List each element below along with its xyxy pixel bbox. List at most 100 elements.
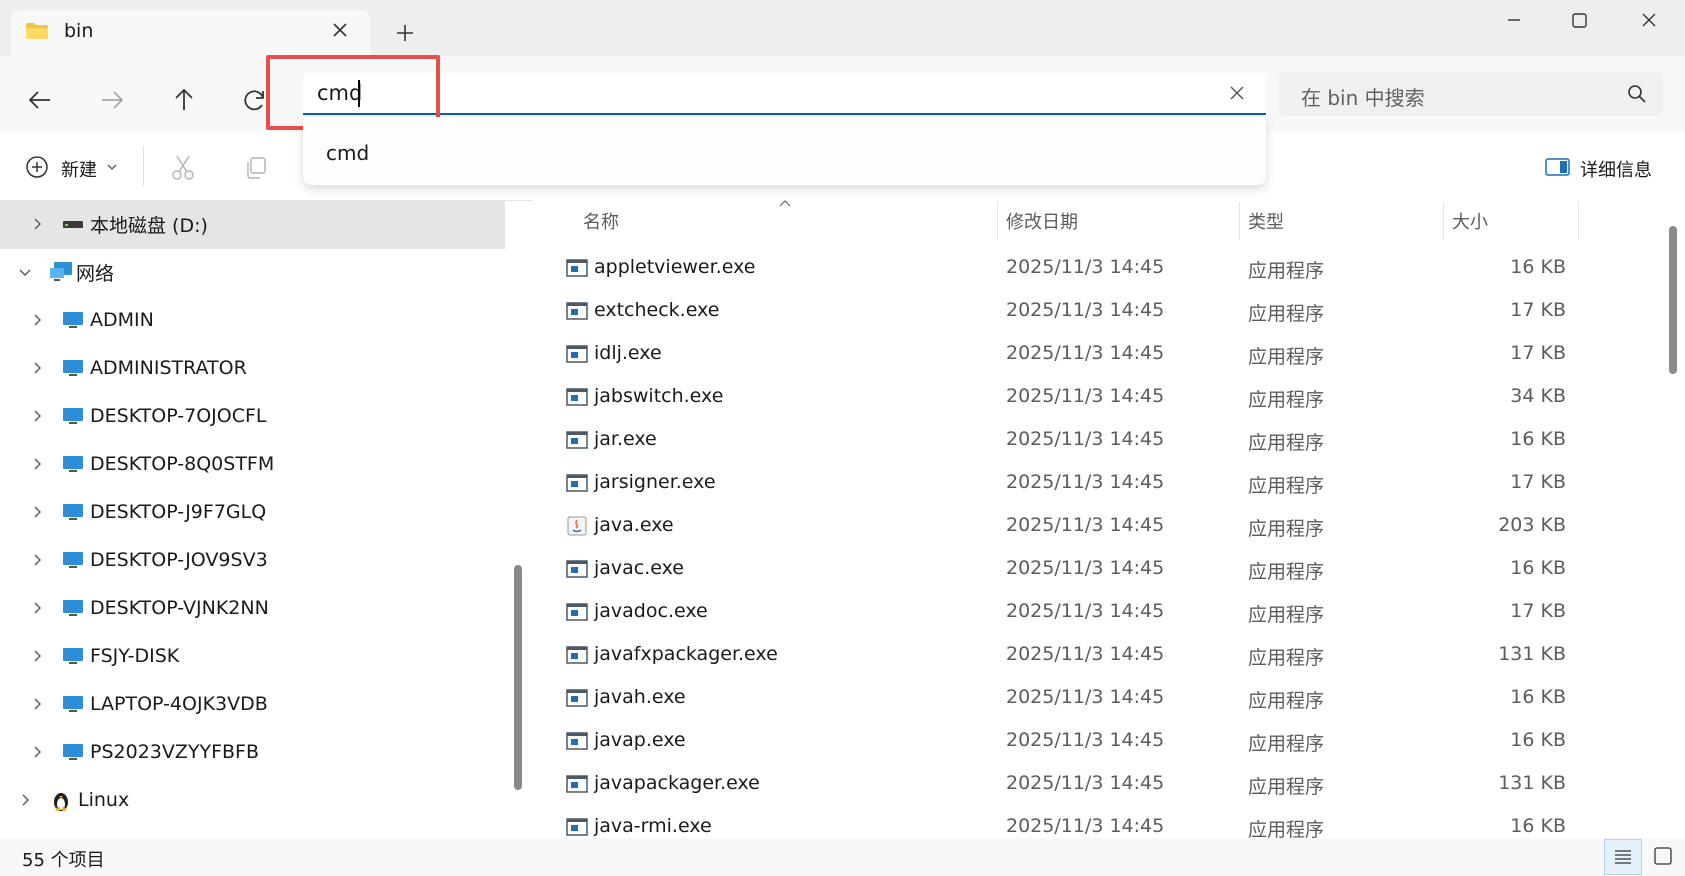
file-size: 34 KB (1510, 385, 1566, 407)
tree-item-computer[interactable]: DESKTOP-VJNK2NN (0, 584, 505, 632)
file-name: javah.exe (594, 686, 686, 708)
file-size: 16 KB (1510, 686, 1566, 708)
exe-icon (566, 345, 588, 363)
suggestion-item[interactable]: cmd (326, 141, 369, 165)
column-header-type[interactable]: 类型 (1248, 208, 1284, 234)
column-divider[interactable] (997, 202, 998, 240)
minimize-icon[interactable] (1484, 6, 1544, 34)
file-type: 应用程序 (1248, 432, 1325, 454)
chevron-right-icon[interactable] (30, 457, 44, 471)
file-name: javapackager.exe (594, 772, 760, 794)
tree-item-linux[interactable]: Linux (0, 776, 505, 824)
exe-icon (566, 259, 588, 277)
file-date: 2025/11/3 14:45 (1006, 643, 1165, 665)
file-name: idlj.exe (594, 342, 662, 364)
copy-icon[interactable] (243, 155, 269, 181)
tree-item-label: ADMIN (90, 309, 154, 331)
column-divider[interactable] (1239, 202, 1240, 240)
exe-icon (566, 431, 588, 449)
tree-item-computer[interactable]: DESKTOP-JOV9SV3 (0, 536, 505, 584)
tree-item-label: FSJY-DISK (90, 645, 180, 667)
back-arrow-icon[interactable] (20, 80, 60, 120)
toolbar-divider (143, 146, 144, 186)
plus-circle-icon (26, 156, 48, 178)
computer-icon (63, 744, 83, 760)
maximize-icon[interactable] (1549, 6, 1609, 34)
exe-icon (566, 603, 588, 621)
computer-icon (63, 552, 83, 568)
file-size: 17 KB (1510, 600, 1566, 622)
file-list-scrollbar[interactable] (1669, 226, 1677, 374)
chevron-right-icon[interactable] (30, 505, 44, 519)
file-date: 2025/11/3 14:45 (1006, 815, 1165, 837)
tiles-view-icon[interactable] (1650, 842, 1676, 870)
file-type: 应用程序 (1248, 518, 1325, 540)
file-name: java-rmi.exe (594, 815, 712, 837)
computer-icon (63, 360, 83, 376)
chevron-right-icon[interactable] (30, 697, 44, 711)
tree-item-computer[interactable]: DESKTOP-7OJOCFL (0, 392, 505, 440)
tree-item-computer[interactable]: PS2023VZYYFBFB (0, 728, 505, 776)
file-size: 131 KB (1498, 772, 1566, 794)
close-icon[interactable] (1619, 6, 1679, 34)
file-name: javap.exe (594, 729, 686, 751)
drive-icon (63, 221, 83, 228)
column-header-date[interactable]: 修改日期 (1006, 208, 1078, 234)
file-date: 2025/11/3 14:45 (1006, 299, 1165, 321)
tree-item-computer[interactable]: DESKTOP-J9F7GLQ (0, 488, 505, 536)
chevron-right-icon[interactable] (30, 409, 44, 423)
chevron-right-icon[interactable] (30, 553, 44, 567)
file-date: 2025/11/3 14:45 (1006, 600, 1165, 622)
forward-arrow-icon[interactable] (92, 80, 132, 120)
tree-item-computer[interactable]: DESKTOP-8Q0STFM (0, 440, 505, 488)
file-type: 应用程序 (1248, 733, 1325, 755)
file-name: jar.exe (594, 428, 657, 450)
file-type: 应用程序 (1248, 604, 1325, 626)
plus-icon[interactable] (392, 20, 418, 46)
tree-item-network[interactable]: 网络 (0, 248, 505, 296)
exe-icon (566, 560, 588, 578)
tree-item-local-disk-d[interactable]: 本地磁盘 (D:) (0, 200, 505, 248)
tree-item-computer[interactable]: LAPTOP-4OJK3VDB (0, 680, 505, 728)
column-header-name[interactable]: 名称 (583, 208, 619, 234)
file-name: java.exe (594, 514, 674, 536)
file-date: 2025/11/3 14:45 (1006, 514, 1165, 536)
status-bar (0, 838, 1685, 876)
sidebar-scrollbar[interactable] (514, 565, 522, 790)
column-divider[interactable] (1443, 202, 1444, 240)
chevron-right-icon[interactable] (30, 649, 44, 663)
chevron-down-icon[interactable] (18, 265, 32, 279)
chevron-right-icon[interactable] (30, 217, 44, 231)
tree-item-computer[interactable]: FSJY-DISK (0, 632, 505, 680)
file-size: 131 KB (1498, 643, 1566, 665)
file-type: 应用程序 (1248, 561, 1325, 583)
tree-item-label: ADMINISTRATOR (90, 357, 247, 379)
clear-icon[interactable] (1224, 80, 1250, 106)
column-header-size[interactable]: 大小 (1452, 208, 1488, 234)
column-divider[interactable] (1578, 202, 1579, 240)
file-date: 2025/11/3 14:45 (1006, 342, 1165, 364)
address-input[interactable] (303, 73, 1266, 115)
computer-icon (63, 648, 83, 664)
file-date: 2025/11/3 14:45 (1006, 256, 1165, 278)
tree-item-computer[interactable]: ADMINISTRATOR (0, 344, 505, 392)
file-size: 17 KB (1510, 471, 1566, 493)
search-icon[interactable] (1625, 82, 1649, 106)
tree-item-computer[interactable]: ADMIN (0, 296, 505, 344)
tree-item-label: DESKTOP-VJNK2NN (90, 597, 269, 619)
file-type: 应用程序 (1248, 303, 1325, 325)
up-arrow-icon[interactable] (164, 80, 204, 120)
cut-icon[interactable] (170, 153, 196, 181)
exe-icon (566, 818, 588, 836)
linux-penguin-icon (54, 793, 68, 812)
file-date: 2025/11/3 14:45 (1006, 428, 1165, 450)
chevron-right-icon[interactable] (18, 793, 32, 807)
file-type: 应用程序 (1248, 475, 1325, 497)
chevron-right-icon[interactable] (30, 745, 44, 759)
chevron-right-icon[interactable] (30, 313, 44, 327)
java-icon (567, 516, 587, 536)
chevron-right-icon[interactable] (30, 601, 44, 615)
close-icon[interactable] (327, 17, 353, 43)
chevron-right-icon[interactable] (30, 361, 44, 375)
details-view-button[interactable] (1604, 839, 1642, 875)
